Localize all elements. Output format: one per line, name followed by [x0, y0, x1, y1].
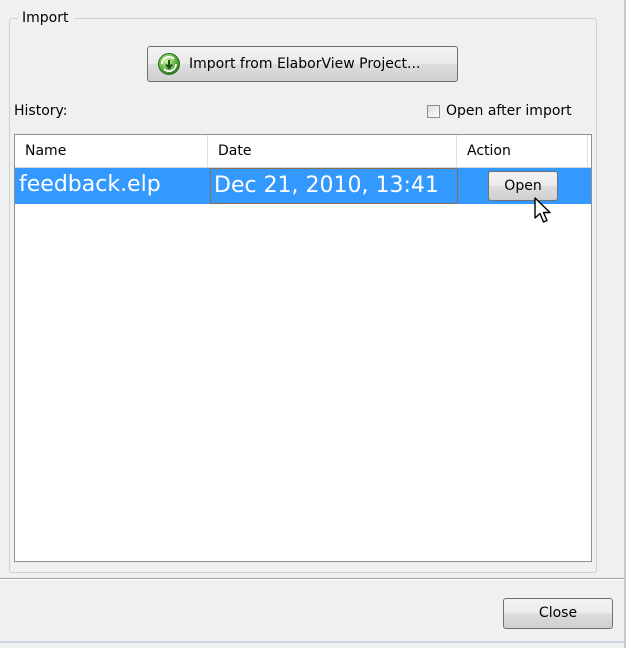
row-name-cell: feedback.elp: [19, 172, 161, 197]
open-after-import-checkbox[interactable]: Open after import: [427, 103, 572, 119]
history-label: History:: [14, 103, 68, 119]
import-project-button-label: Import from ElaborView Project...: [189, 56, 421, 72]
column-header-action[interactable]: Action: [457, 135, 588, 167]
table-header: Name Date Action: [15, 135, 591, 168]
window-right-margin: [626, 0, 634, 648]
column-header-name[interactable]: Name: [15, 135, 208, 167]
open-after-import-label: Open after import: [446, 103, 572, 119]
row-date-cell: Dec 21, 2010, 13:41: [210, 168, 458, 204]
footer-divider-highlight: [0, 579, 624, 580]
history-table: Name Date Action feedback.elp Dec 21, 20…: [14, 134, 592, 562]
import-project-button[interactable]: Import from ElaborView Project...: [147, 46, 458, 82]
mouse-pointer-icon: [534, 197, 551, 223]
column-header-date[interactable]: Date: [208, 135, 457, 167]
import-project-icon: [158, 53, 180, 75]
table-row[interactable]: feedback.elp Dec 21, 2010, 13:41 Open: [15, 168, 591, 204]
checkbox-box[interactable]: [427, 104, 440, 118]
window-bottom-edge: [0, 641, 626, 643]
import-group-title: Import: [18, 10, 75, 26]
close-button[interactable]: Close: [503, 598, 613, 629]
import-dialog: Import Import from ElaborView Project...…: [0, 0, 626, 648]
